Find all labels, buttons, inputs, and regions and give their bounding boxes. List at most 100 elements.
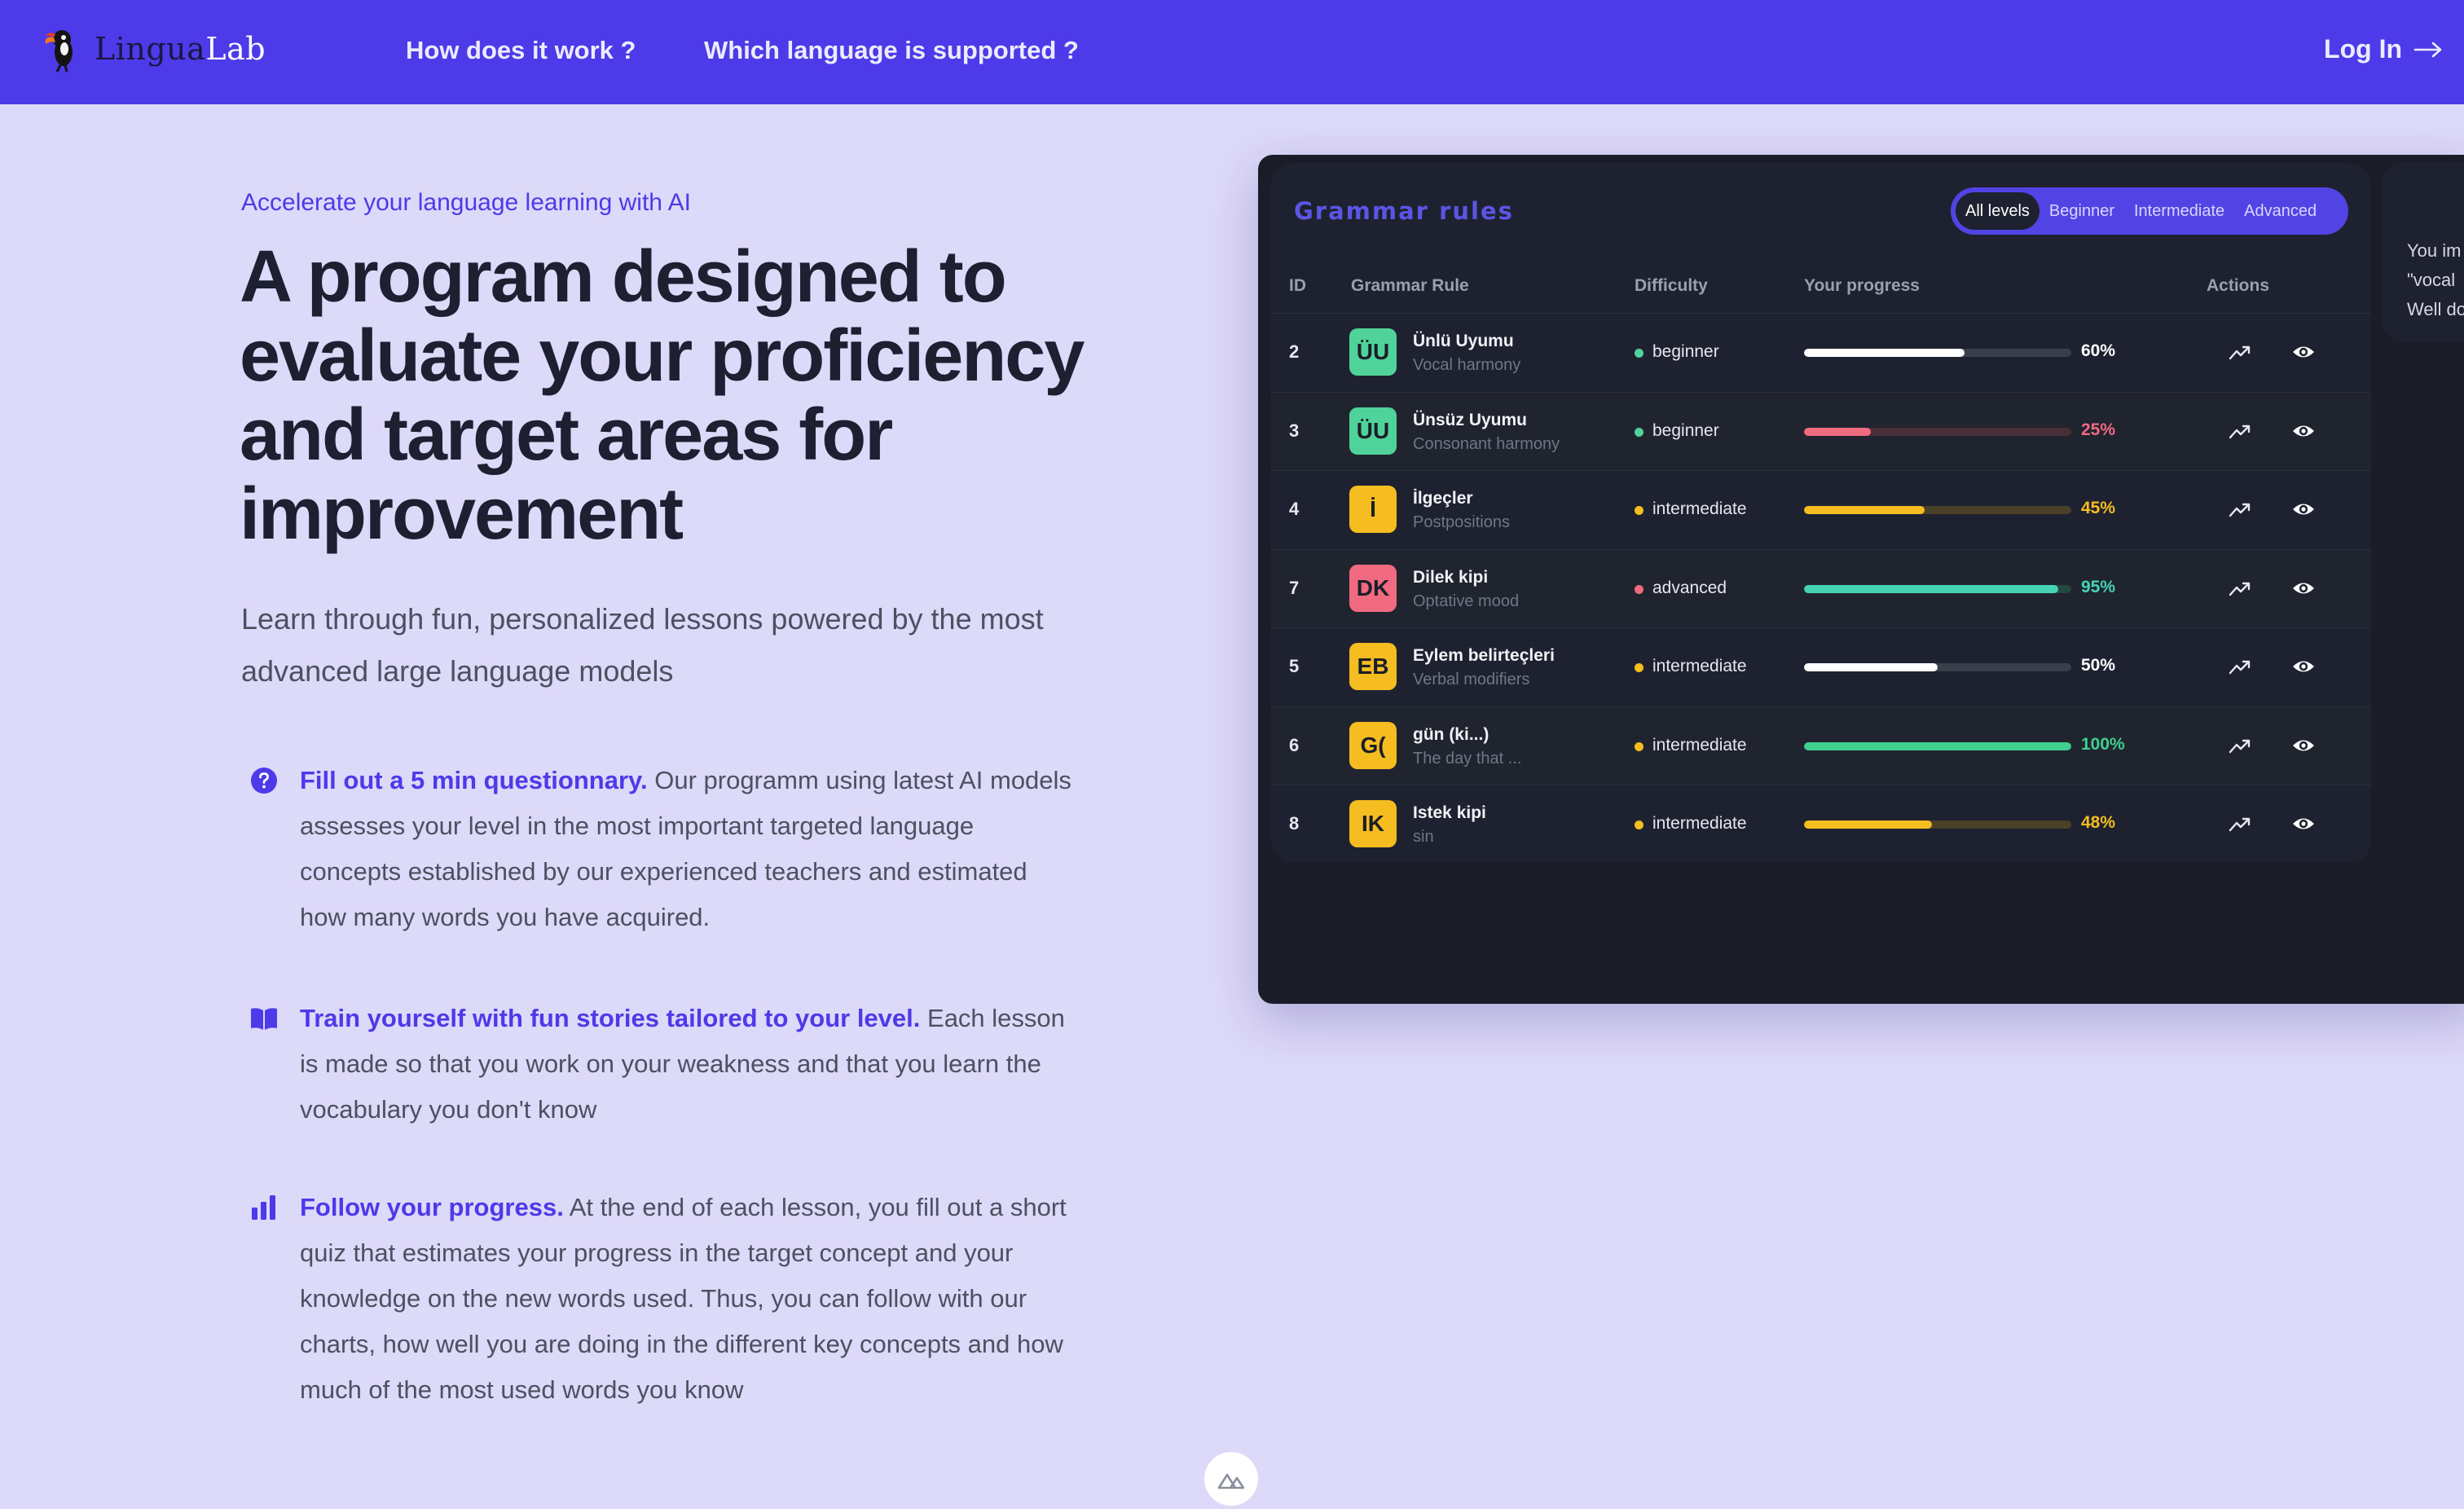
eye-icon[interactable] [2291, 577, 2316, 600]
progress-percent: 45% [2081, 499, 2116, 517]
rule-name: Istek kipi [1413, 803, 1486, 822]
rule-id: 5 [1289, 656, 1300, 676]
eye-icon[interactable] [2291, 341, 2316, 363]
table-row[interactable]: 3 ÜU Ünsüz Uyumu Consonant harmony beginner 2… [1271, 391, 2371, 470]
rule-id: 7 [1289, 577, 1300, 598]
difficulty-dot [1635, 584, 1643, 594]
feature-questionnaire: Fill out a 5 min questionnary. Our progr… [249, 758, 1080, 940]
progress-bar-fill [1804, 427, 1871, 436]
top-navbar: LinguaLab How does it work ? Which langu… [0, 0, 2464, 104]
table-row[interactable]: 4 İ İlgeçler Postpositions intermediate 45% [1271, 470, 2371, 548]
progress-bar [1804, 741, 2071, 750]
nuxt-devtools-button[interactable] [1204, 1452, 1258, 1506]
feature-title: Follow your progress. [300, 1193, 564, 1221]
table-row[interactable]: 8 IK Istek kipi sin intermediate 48% [1271, 785, 2371, 863]
feature-stories: Train yourself with fun stories tailored… [249, 996, 1080, 1133]
difficulty-label: advanced [1652, 578, 1727, 597]
filter-intermediate[interactable]: Intermediate [2124, 192, 2234, 230]
filter-beginner[interactable]: Beginner [2039, 192, 2124, 230]
open-book-icon [251, 1008, 277, 1030]
difficulty-label: beginner [1652, 342, 1719, 361]
difficulty-label: beginner [1652, 420, 1719, 440]
difficulty-label: intermediate [1652, 657, 1747, 675]
progress-bar [1804, 427, 2071, 436]
bar-chart-icon [252, 1195, 275, 1220]
rule-id: 8 [1289, 813, 1300, 834]
difficulty-label: intermediate [1652, 814, 1747, 833]
feature-title: Fill out a 5 min questionnary. [300, 766, 648, 794]
login-button[interactable]: Log In [2324, 34, 2443, 64]
rule-badge: DK [1349, 564, 1397, 612]
progress-bar [1804, 820, 2071, 829]
progress-bar-fill [1804, 663, 1938, 671]
column-header-progress[interactable]: Your progress [1804, 276, 1920, 296]
progress-percent: 50% [2081, 656, 2116, 675]
filter-all-levels[interactable]: All levels [1956, 192, 2039, 230]
rule-name: gün (ki...) [1413, 724, 1489, 744]
progress-percent: 95% [2081, 577, 2116, 596]
rule-badge: G( [1349, 721, 1397, 769]
trend-up-icon[interactable] [2228, 656, 2252, 677]
hero-subtitle: Learn through fun, personalized lessons … [241, 602, 1044, 688]
difficulty-dot [1635, 349, 1643, 358]
progress-bar [1804, 349, 2071, 357]
feature-progress: Follow your progress. At the end of each… [249, 1185, 1080, 1413]
logo[interactable]: LinguaLab [42, 24, 266, 73]
eye-icon[interactable] [2291, 734, 2316, 757]
question-circle-icon [251, 768, 277, 794]
rule-name: Dilek kipi [1413, 567, 1489, 587]
eye-icon[interactable] [2291, 420, 2316, 442]
table-row[interactable]: 7 DK Dilek kipi Optative mood advanced 95% [1271, 548, 2371, 627]
trend-up-icon[interactable] [2228, 420, 2252, 442]
progress-bar-fill [1804, 820, 1933, 829]
progress-percent: 100% [2081, 734, 2125, 754]
difficulty-label: intermediate [1652, 735, 1747, 754]
feedback-line: You im [2407, 240, 2462, 261]
difficulty-dot [1635, 427, 1643, 437]
hero-headline: A program designed to evaluate your prof… [240, 236, 1085, 555]
table-row[interactable]: 5 EB Eylem belirteçleri Verbal modifiers int… [1271, 627, 2371, 706]
nuxt-logo-icon [1217, 1473, 1245, 1489]
rule-translation: Vocal harmony [1413, 356, 1521, 374]
rule-badge: EB [1349, 643, 1397, 690]
rule-id: 3 [1289, 420, 1300, 441]
rule-name: Ünlü Uyumu [1413, 332, 1514, 350]
column-header-rule[interactable]: Grammar Rule [1351, 276, 1469, 296]
trend-up-icon[interactable] [2228, 813, 2252, 834]
login-label: Log In [2324, 34, 2402, 64]
difficulty-dot [1635, 663, 1643, 672]
level-filter: All levels Beginner Intermediate Advance… [1951, 187, 2348, 235]
rule-id: 4 [1289, 499, 1300, 519]
filter-advanced[interactable]: Advanced [2234, 192, 2326, 230]
rule-translation: sin [1413, 828, 1434, 846]
trend-up-icon[interactable] [2228, 578, 2252, 599]
table-row[interactable]: 2 ÜU Ünlü Uyumu Vocal harmony beginner 60% [1271, 313, 2371, 391]
eye-icon[interactable] [2291, 812, 2316, 835]
difficulty-label: intermediate [1652, 499, 1747, 518]
rule-name: Eylem belirteçleri [1413, 646, 1555, 665]
rule-translation: Consonant harmony [1413, 434, 1560, 453]
rule-name: İlgeçler [1413, 489, 1473, 508]
nav-link-supported-languages[interactable]: Which language is supported ? [704, 36, 1079, 65]
trend-up-icon[interactable] [2228, 499, 2252, 520]
rule-id: 6 [1289, 734, 1300, 755]
rule-badge: IK [1349, 800, 1397, 847]
column-header-difficulty[interactable]: Difficulty [1635, 276, 1708, 296]
eye-icon[interactable] [2291, 498, 2316, 521]
progress-percent: 48% [2081, 813, 2116, 832]
grammar-rules-title: Grammar rules [1294, 197, 1514, 225]
column-header-id[interactable]: ID [1289, 276, 1306, 296]
hero-eyebrow: Accelerate your language learning with A… [241, 189, 692, 216]
rule-badge: ÜU [1349, 328, 1397, 376]
toucan-icon [45, 30, 73, 73]
column-header-actions: Actions [2207, 276, 2270, 295]
table-row[interactable]: 6 G(gün (ki...) The day that ... intermedia… [1271, 706, 2371, 785]
progress-percent: 60% [2081, 341, 2116, 360]
trend-up-icon[interactable] [2228, 341, 2252, 363]
feature-title: Train yourself with fun stories tailored… [300, 1004, 921, 1032]
arrow-right-icon [2413, 42, 2442, 57]
progress-bar [1804, 584, 2071, 593]
eye-icon[interactable] [2291, 655, 2316, 678]
nav-link-how-it-works[interactable]: How does it work ? [406, 36, 636, 65]
trend-up-icon[interactable] [2228, 735, 2252, 756]
